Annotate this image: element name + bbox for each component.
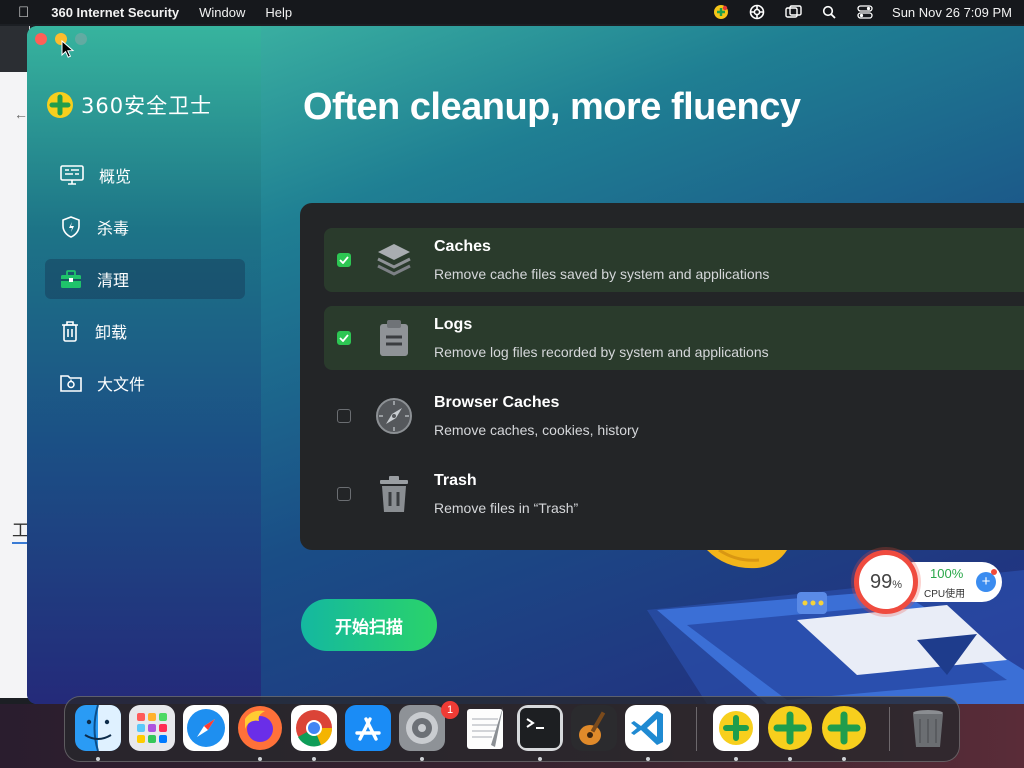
sidebar: 360安全卫士 概览 杀毒 清理 卸载 大文件 xyxy=(27,26,261,704)
notification-badge: 1 xyxy=(441,701,459,719)
memory-usage-unit: % xyxy=(892,579,903,591)
launchpad-icon[interactable] xyxy=(129,705,175,751)
screen-mirroring-icon[interactable] xyxy=(784,5,802,19)
cleanup-item-description: Remove cache files saved by system and a… xyxy=(434,266,770,282)
360-plus-icon[interactable] xyxy=(767,705,813,751)
boost-plus-icon[interactable]: + xyxy=(976,572,996,592)
running-indicator xyxy=(96,757,100,761)
mouse-cursor-icon xyxy=(61,40,75,58)
notification-dot xyxy=(991,569,997,575)
running-indicator xyxy=(258,757,262,761)
lifebuoy-icon[interactable] xyxy=(748,4,766,20)
running-indicator xyxy=(312,757,316,761)
search-icon[interactable] xyxy=(820,5,838,19)
dock: 1 xyxy=(64,696,960,762)
trash-bin-icon[interactable] xyxy=(905,705,951,751)
trash-icon xyxy=(380,476,408,512)
logo-text: 360安全卫士 xyxy=(81,94,213,118)
sidebar-item-large-files[interactable]: 大文件 xyxy=(45,363,245,403)
sidebar-item-overview[interactable]: 概览 xyxy=(45,155,245,195)
sidebar-item-cleanup[interactable]: 清理 xyxy=(45,259,245,299)
page-title: Often cleanup, more fluency xyxy=(303,86,801,128)
control-center-icon[interactable] xyxy=(856,5,874,19)
360-security-icon[interactable] xyxy=(713,705,759,751)
vscode-icon[interactable] xyxy=(625,705,671,751)
apple-menu-icon[interactable]:  xyxy=(18,4,29,21)
app-window: 360安全卫士 概览 杀毒 清理 卸载 大文件 Often cleanup, m… xyxy=(27,26,1024,704)
safari-icon[interactable] xyxy=(183,705,229,751)
sidebar-item-label: 清理 xyxy=(97,273,130,290)
memory-usage-value: 99 xyxy=(869,570,893,593)
running-indicator xyxy=(646,757,650,761)
cleanup-item-title: Browser Caches xyxy=(434,394,560,411)
menu-window[interactable]: Window xyxy=(199,5,245,20)
running-indicator xyxy=(420,757,424,761)
menu-bar:  360 Internet Security Window Help Sun … xyxy=(0,0,1024,24)
system-settings-icon[interactable] xyxy=(399,705,445,751)
cpu-usage-value: 100% xyxy=(930,566,964,581)
cleanup-item-title: Caches xyxy=(434,238,491,255)
running-indicator xyxy=(788,757,792,761)
sidebar-item-label: 概览 xyxy=(99,169,132,186)
cleanup-item-title: Trash xyxy=(434,472,477,489)
back-arrow-icon[interactable]: ← xyxy=(14,106,28,122)
dock-separator xyxy=(889,707,890,751)
shield-icon xyxy=(62,216,80,238)
garageband-icon[interactable] xyxy=(571,705,617,751)
cleanup-item-trash[interactable]: Trash Remove files in “Trash” xyxy=(324,462,1024,526)
cpu-usage-label: CPU使用 xyxy=(924,589,966,600)
cleanup-item-caches[interactable]: Caches Remove cache files saved by syste… xyxy=(324,228,1024,292)
caches-checkbox[interactable] xyxy=(337,253,351,267)
finder-icon[interactable] xyxy=(75,705,121,751)
background-window-toolbar xyxy=(0,26,29,72)
firefox-icon[interactable] xyxy=(237,705,283,751)
compass-icon xyxy=(376,398,412,434)
textedit-icon[interactable] xyxy=(463,705,509,751)
running-indicator xyxy=(842,757,846,761)
sidebar-item-antivirus[interactable]: 杀毒 xyxy=(45,207,245,247)
menu-help[interactable]: Help xyxy=(265,5,292,20)
menu-app-name[interactable]: 360 Internet Security xyxy=(51,5,179,20)
sidebar-item-label: 大文件 xyxy=(97,377,146,394)
cleanup-item-description: Remove log files recorded by system and … xyxy=(434,344,769,360)
app-store-icon[interactable] xyxy=(345,705,391,751)
dock-separator xyxy=(696,707,697,751)
360-logo-icon xyxy=(47,92,73,118)
app-logo: 360安全卫士 xyxy=(45,90,212,120)
360-tray-icon[interactable] xyxy=(712,5,730,19)
running-indicator xyxy=(538,757,542,761)
cleanup-item-browser-caches[interactable]: Browser Caches Remove caches, cookies, h… xyxy=(324,384,1024,448)
menu-clock[interactable]: Sun Nov 26 7:09 PM xyxy=(892,5,1012,20)
cleanup-item-title: Logs xyxy=(434,316,473,333)
clipboard-icon xyxy=(380,320,408,356)
cpu-monitor-widget[interactable]: 100% CPU使用 + 99 % xyxy=(854,550,1004,614)
layers-icon xyxy=(377,244,411,276)
terminal-icon[interactable] xyxy=(517,705,563,751)
cleanup-item-logs[interactable]: Logs Remove log files recorded by system… xyxy=(324,306,1024,370)
trash-icon xyxy=(62,321,78,342)
cleanup-options-panel: Caches Remove cache files saved by syste… xyxy=(300,203,1024,550)
background-window[interactable]: ← 工 xyxy=(0,26,30,698)
zoom-window-button[interactable] xyxy=(75,33,87,45)
toolbox-icon xyxy=(61,270,81,288)
close-window-button[interactable] xyxy=(35,33,47,45)
trash-checkbox[interactable] xyxy=(337,487,351,501)
folder-icon xyxy=(60,375,82,392)
sidebar-item-label: 杀毒 xyxy=(97,221,130,238)
360-plus-alt-icon[interactable] xyxy=(821,705,867,751)
sidebar-nav: 概览 杀毒 清理 卸载 大文件 xyxy=(45,155,245,415)
browser-caches-checkbox[interactable] xyxy=(337,409,351,423)
cleanup-item-description: Remove caches, cookies, history xyxy=(434,422,639,438)
sidebar-item-uninstall[interactable]: 卸载 xyxy=(45,311,245,351)
chrome-icon[interactable] xyxy=(291,705,337,751)
start-scan-button[interactable]: 开始扫描 xyxy=(301,599,437,651)
memory-usage-ring[interactable]: 99 % xyxy=(854,550,918,614)
cleanup-item-description: Remove files in “Trash” xyxy=(434,500,579,516)
monitor-icon xyxy=(60,165,84,185)
running-indicator xyxy=(734,757,738,761)
logs-checkbox[interactable] xyxy=(337,331,351,345)
sidebar-item-label: 卸载 xyxy=(95,325,128,342)
